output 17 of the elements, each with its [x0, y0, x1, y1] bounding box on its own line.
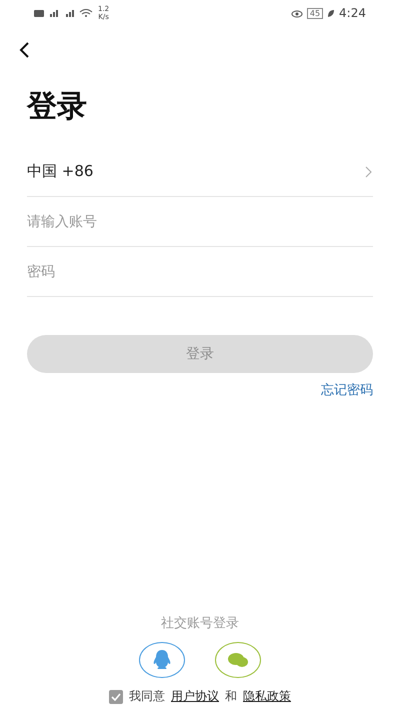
chat-icon — [227, 651, 249, 669]
user-agreement-link[interactable]: 用户协议 — [171, 688, 219, 705]
signal-icon — [34, 8, 94, 18]
social-login-button[interactable] — [215, 642, 261, 678]
chevron-right-icon — [365, 166, 373, 178]
conjunction-text: 和 — [225, 688, 237, 705]
page-title: 登录 — [27, 88, 88, 126]
privacy-policy-link[interactable]: 隐私政策 — [243, 688, 291, 705]
agreement-text: 我同意 — [129, 688, 165, 705]
battery-level: 45 — [306, 8, 324, 18]
eye-icon — [290, 8, 303, 18]
clock-time: 4:24 — [339, 6, 366, 20]
forgot-password-link[interactable]: 忘记密码 — [321, 381, 373, 399]
social-login-title: 社交账号登录 — [161, 615, 239, 632]
social-login-button[interactable] — [139, 642, 185, 678]
leaf-icon — [327, 8, 336, 18]
agree-checkbox[interactable] — [109, 690, 123, 704]
